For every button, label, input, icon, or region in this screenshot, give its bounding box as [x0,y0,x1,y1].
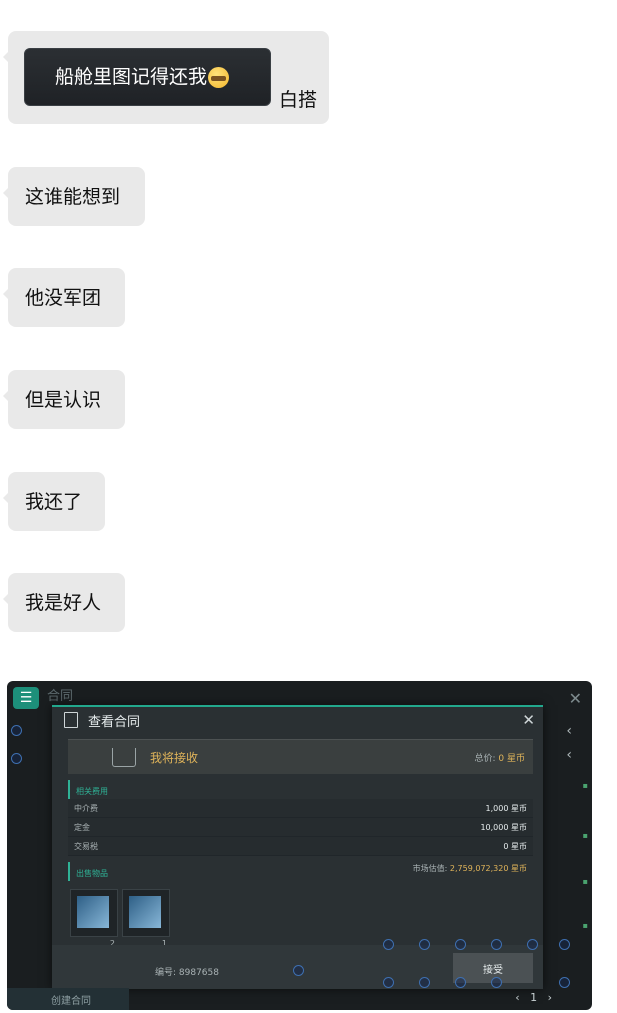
create-contract-tab: 创建合同 [7,988,129,1010]
message-bubble[interactable]: 他没军团 [3,268,125,327]
document-icon [64,712,78,728]
receive-label: 我将接收 [150,750,199,765]
contract-number: 编号: 8987658 [155,968,219,978]
message-text: 他没军团 [25,286,102,309]
overlay-dot [559,977,570,988]
quoted-text: 船舱里图记得还我 [55,66,208,88]
overlay-dot [293,965,304,976]
grimace-emoji-icon [208,66,230,88]
fees-section: 相关费用 中介费 1,000 星币 定金 10,000 星币 交易税 0 星币 [68,780,533,856]
message-text: 这谁能想到 [25,185,121,208]
message-bubble[interactable]: 我还了 [3,472,105,531]
message-text: 但是认识 [25,388,102,411]
market-value: 市场估值: 2,759,072,320 星币 [412,864,527,873]
ship-icon [77,896,109,928]
overlay-dot [419,939,430,950]
sale-item: 2 [70,889,118,948]
overlay-dot [383,939,394,950]
pager: ‹ 1 › [515,991,552,1004]
chevron-left-icon: ‹ [566,747,572,763]
ship-icon [129,896,161,928]
overlay-dot [419,977,430,988]
message-text: 我还了 [25,490,83,513]
message-bubble[interactable]: 我是好人 [3,573,125,632]
overlay-dot [455,939,466,950]
side-list-item: ▪ [582,781,588,790]
screenshot-image[interactable]: ☰ 合同 ✕ ‹ ‹ ▪ ▪ ▪ ▪ 查看合同 ✕ 我将接收 总价: 0 星币 … [7,681,592,1010]
side-list-item: ▪ [582,877,588,886]
message-text: 我是好人 [25,591,102,614]
overlay-dot [11,753,22,764]
message-bubble[interactable]: 船舱里图记得还我 白搭 [3,31,329,124]
overlay-dot [383,977,394,988]
quoted-message[interactable]: 船舱里图记得还我 [24,48,271,106]
message-bubble[interactable]: 这谁能想到 [3,167,145,226]
menu-icon: ☰ [13,687,39,709]
overlay-dot [491,977,502,988]
chevron-left-icon: ‹ [566,723,572,739]
side-list-item: ▪ [582,921,588,930]
fee-row: 定金 10,000 星币 [68,818,533,837]
message-text: 白搭 [279,89,318,111]
contract-dialog: 查看合同 ✕ 我将接收 总价: 0 星币 相关费用 中介费 1,000 星币 定金… [52,705,543,989]
sale-section: 出售物品 市场估值: 2,759,072,320 星币 2 1 [68,856,533,948]
background-title: 合同 [47,689,74,704]
section-title: 相关费用 [68,780,533,799]
overlay-dot [11,725,22,736]
sale-item: 1 [122,889,170,948]
section-title: 出售物品 [68,862,114,881]
dialog-title: 查看合同 [88,714,141,730]
cart-icon [112,747,136,767]
overlay-dot [527,939,538,950]
receive-bar: 我将接收 总价: 0 星币 [68,739,533,774]
close-icon: ✕ [568,689,582,708]
close-icon: ✕ [522,711,535,729]
overlay-dot [455,977,466,988]
side-list-item: ▪ [582,831,588,840]
fee-row: 交易税 0 星币 [68,837,533,856]
total-price: 总价: 0 星币 [474,753,525,764]
message-bubble[interactable]: 但是认识 [3,370,125,429]
overlay-dot [559,939,570,950]
fee-row: 中介费 1,000 星币 [68,799,533,818]
dialog-header: 查看合同 ✕ [52,707,543,733]
overlay-dot [491,939,502,950]
